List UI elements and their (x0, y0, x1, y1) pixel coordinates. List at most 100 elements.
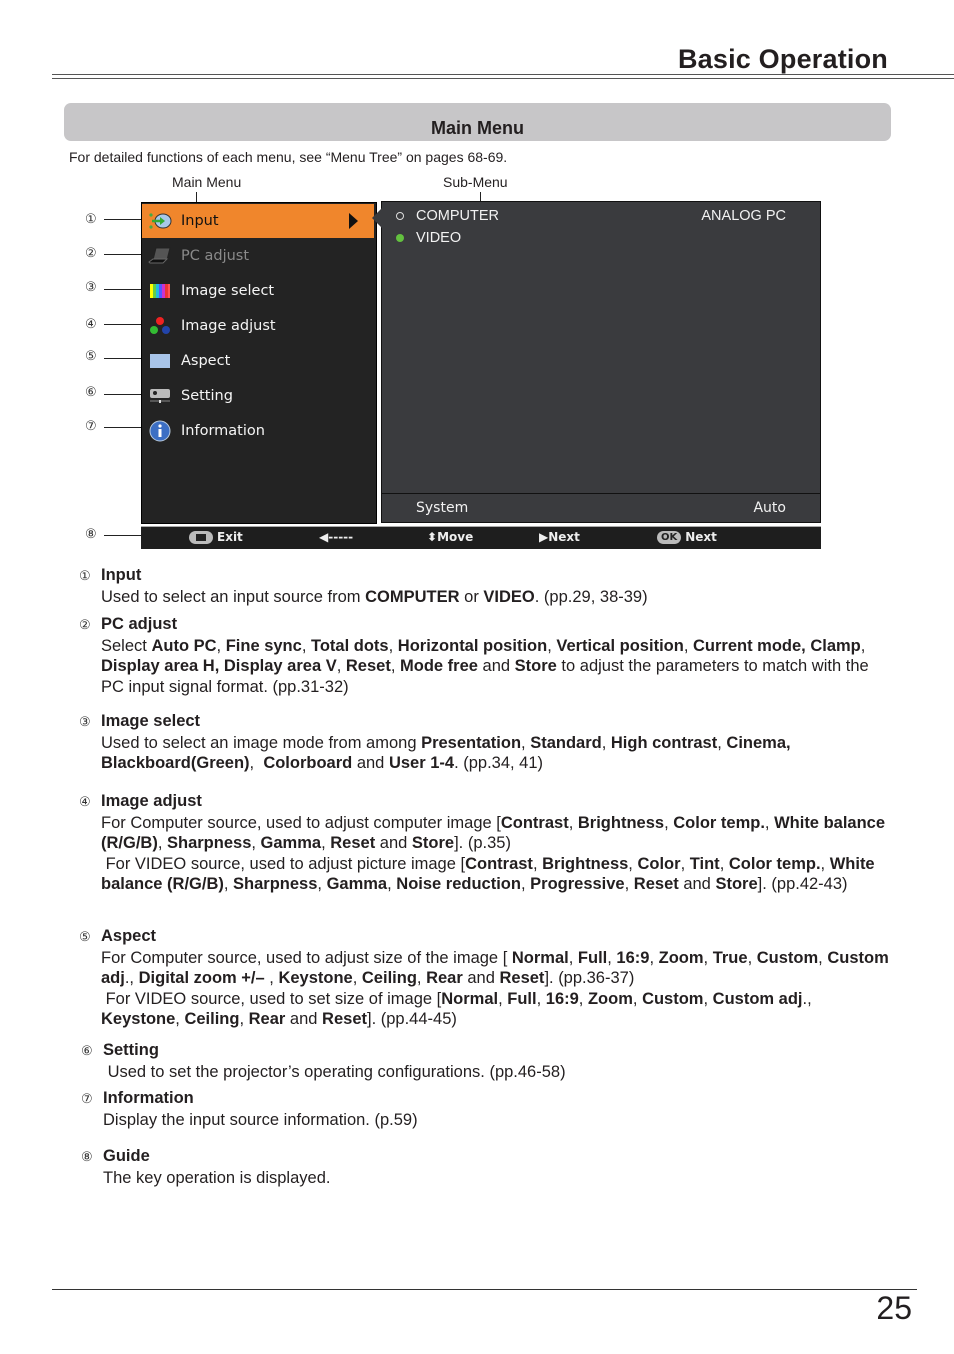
description-title: Setting (103, 1041, 159, 1059)
description-body: The key operation is displayed. (81, 1168, 891, 1189)
description-setting: ⑥ Setting Used to set the projector’s ope… (81, 1040, 891, 1082)
menu-item-label: Aspect (181, 353, 231, 369)
description-pc-adjust: ② PC adjust Select Auto PC, Fine sync, To… (79, 614, 889, 697)
description-number: ⑦ (81, 1091, 93, 1106)
description-title: Image adjust (101, 792, 202, 810)
description-line: For VIDEO source, used to set size of im… (101, 989, 812, 1029)
guide-exit: Exit (189, 530, 243, 544)
section-heading-bar: Main Menu (64, 103, 891, 141)
submenu-option-computer[interactable]: COMPUTER ANALOG PC (396, 205, 800, 227)
projector-icon (150, 389, 170, 403)
description-number: ③ (79, 714, 91, 729)
system-label: System (416, 500, 469, 516)
submenu-option-video[interactable]: VIDEO (396, 227, 800, 249)
guide-ok-next: OK Next (657, 530, 717, 544)
description-body: Used to set the projector’s operating co… (81, 1062, 891, 1083)
menu-item-aspect[interactable]: Aspect (142, 344, 374, 378)
guide-move-label: Move (437, 530, 474, 544)
description-number: ① (79, 568, 91, 583)
aspect-rect-icon (150, 354, 170, 368)
callout-number-1: ① (85, 211, 97, 226)
description-line: Select Auto PC, Fine sync, Total dots, H… (101, 636, 869, 696)
callout-number-8: ⑧ (85, 526, 97, 541)
left-arrow-icon: ◀ (319, 530, 329, 544)
callout-sub-menu: Sub-Menu (443, 174, 508, 190)
menu-item-label: Image adjust (181, 318, 276, 334)
description-body: Used to select an image mode from among … (79, 733, 889, 774)
menu-item-label: Setting (181, 388, 233, 404)
callout-number-3: ③ (85, 279, 97, 294)
leader-line-8 (104, 535, 144, 536)
description-line: For Computer source, used to adjust size… (101, 948, 889, 988)
description-title: Guide (103, 1147, 150, 1165)
input-arrow-icon (149, 213, 172, 229)
description-line: Display the input source information. (p… (103, 1110, 418, 1129)
header-rule (52, 74, 954, 75)
submenu-option-value: ANALOG PC (701, 208, 786, 224)
submenu-option-label: VIDEO (416, 230, 462, 246)
description-number: ⑧ (81, 1149, 93, 1164)
menu-item-input[interactable]: Input (142, 204, 374, 238)
guide-next-label: Next (548, 530, 580, 544)
description-title: Input (101, 566, 142, 584)
description-title: PC adjust (101, 615, 178, 633)
menu-item-image-adjust[interactable]: Image adjust (142, 309, 374, 343)
osd-sub-menu: COMPUTER ANALOG PC VIDEO System Auto (372, 201, 821, 523)
guide-next: ▶ Next (539, 530, 580, 544)
ok-button-icon: OK (657, 530, 682, 544)
description-body: Used to select an input source from COMP… (79, 587, 889, 608)
rgb-dots-icon (150, 317, 170, 334)
callout-main-menu: Main Menu (172, 174, 242, 190)
system-value: Auto (753, 500, 786, 516)
intro-text: For detailed functions of each menu, see… (69, 149, 508, 165)
menu-item-pc-adjust[interactable]: PC adjust (142, 239, 374, 273)
guide-ok-next-label: Next (685, 530, 717, 544)
description-line: For Computer source, used to adjust comp… (101, 813, 886, 853)
submenu-divider (382, 493, 820, 494)
menu-item-setting[interactable]: Setting (142, 379, 374, 413)
description-number: ④ (79, 794, 91, 809)
description-information: ⑦ Information Display the input source in… (81, 1088, 891, 1130)
description-image-select: ③ Image select Used to select an image mo… (79, 711, 889, 774)
info-icon (149, 420, 171, 442)
submenu-option-label: COMPUTER (416, 208, 499, 224)
description-image-adjust: ④ Image adjust For Computer source, used … (79, 791, 889, 895)
description-title: Aspect (101, 927, 157, 945)
radio-unselected-icon (396, 212, 404, 220)
submenu-arrow-icon (349, 213, 358, 229)
description-number: ② (79, 617, 91, 632)
osd-main-menu: Input PC adjust Image select Image adjus… (141, 202, 377, 524)
description-body: Display the input source information. (p… (81, 1110, 891, 1131)
guide-back-label: ----- (328, 530, 354, 544)
description-body: For Computer source, used to adjust size… (79, 948, 889, 1030)
callout-number-2: ② (85, 245, 97, 260)
description-line: Used to set the projector’s operating co… (103, 1062, 566, 1081)
page-header-title: Basic Operation (677, 44, 888, 74)
description-guide: ⑧ Guide The key operation is displayed. (81, 1146, 891, 1188)
guide-back: ◀ ----- (319, 530, 353, 544)
guide-exit-label: Exit (217, 530, 243, 544)
description-body: Select Auto PC, Fine sync, Total dots, H… (79, 636, 889, 698)
description-body: For Computer source, used to adjust comp… (79, 813, 889, 895)
description-title: Image select (101, 712, 201, 730)
menu-item-label: Input (181, 213, 219, 229)
menu-item-information[interactable]: Information (142, 414, 374, 448)
footer-rule (52, 1289, 917, 1290)
submenu-pointer (372, 208, 382, 228)
color-bars-icon (150, 284, 170, 298)
menu-item-label: Image select (181, 283, 275, 299)
right-arrow-icon: ▶ (539, 530, 549, 544)
osd-guide-bar: Exit ◀ ----- ⬍ Move ▶ Next OK Next (141, 526, 821, 549)
guide-move: ⬍ Move (427, 530, 473, 544)
description-aspect: ⑤ Aspect For Computer source, used to adj… (79, 926, 889, 1030)
menu-button-icon (189, 530, 213, 544)
description-line: Used to select an input source from COMP… (101, 587, 648, 606)
callout-number-4: ④ (85, 316, 97, 331)
description-number: ⑥ (81, 1043, 93, 1058)
section-title: Main Menu (431, 118, 524, 138)
menu-item-image-select[interactable]: Image select (142, 274, 374, 308)
menu-item-label: PC adjust (181, 248, 250, 264)
description-title: Information (103, 1089, 194, 1107)
up-down-arrow-icon: ⬍ (427, 530, 438, 544)
description-line: The key operation is displayed. (103, 1168, 331, 1187)
